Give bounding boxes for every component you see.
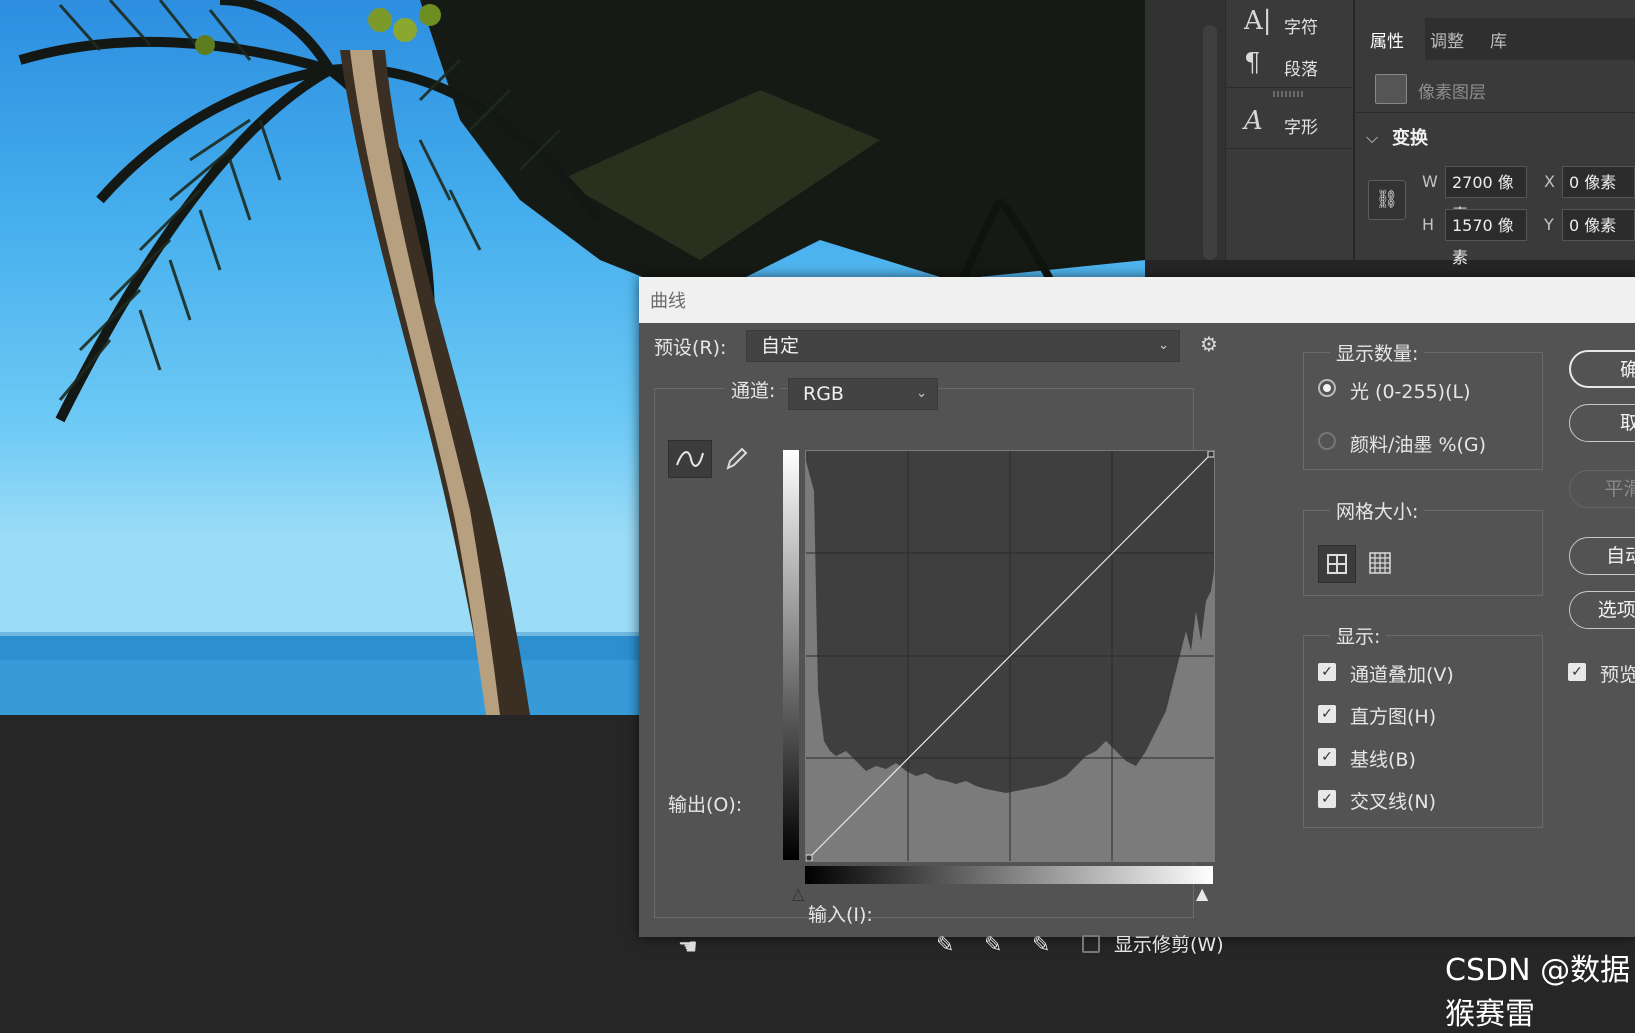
width-label: W (1422, 172, 1438, 191)
curve-point-white (1207, 450, 1215, 458)
vertical-scrollbar[interactable] (1203, 25, 1217, 260)
transform-section-title[interactable]: 变换 (1392, 124, 1428, 150)
chevron-down-icon: ⌄ (1158, 338, 1169, 353)
panel-paragraph-label: 段落 (1284, 60, 1318, 80)
panel-divider (1225, 148, 1352, 149)
collapsed-panel-stack: A| 字符 ¶ 段落 A 字形 (1225, 0, 1353, 260)
y-label: Y (1544, 215, 1554, 234)
simple-grid-icon (1327, 554, 1347, 574)
preview-label[interactable]: 预览(P) (1600, 660, 1635, 687)
channel-overlays-label[interactable]: 通道叠加(V) (1350, 660, 1454, 687)
simple-grid-button[interactable] (1318, 545, 1356, 583)
preset-label: 预设(R): (654, 337, 727, 359)
output-label: 输出(O): (668, 794, 743, 816)
panel-paragraph[interactable]: ¶ 段落 (1226, 46, 1353, 86)
histogram-checkbox[interactable]: ✓ (1318, 705, 1336, 723)
preset-select[interactable]: 自定 ⌄ (746, 330, 1180, 362)
height-label: H (1422, 215, 1435, 234)
display-title: 显示: (1330, 622, 1387, 649)
curve-graph[interactable] (805, 450, 1215, 862)
smooth-button[interactable]: 平滑(M) (1569, 470, 1635, 508)
pigment-option-label[interactable]: 颜料/油墨 %(G) (1350, 430, 1486, 457)
preview-checkbox[interactable]: ✓ (1568, 663, 1586, 681)
x-label: X (1544, 172, 1555, 191)
channel-label: 通道: (725, 376, 782, 403)
input-gradient-bar (805, 866, 1213, 884)
dialog-titlebar (639, 277, 1635, 323)
histogram-label[interactable]: 直方图(H) (1350, 702, 1436, 729)
light-radio[interactable] (1318, 379, 1336, 397)
curve-tool-icon (676, 451, 704, 467)
tab-libraries[interactable]: 库 (1490, 27, 1507, 52)
gear-icon[interactable]: ⚙ (1200, 332, 1218, 356)
white-point-slider[interactable]: ▲ (1196, 884, 1208, 903)
baseline-label[interactable]: 基线(B) (1350, 745, 1416, 772)
show-amount-title: 显示数量: (1330, 339, 1425, 366)
output-gradient-bar (783, 450, 799, 860)
panel-glyphs-label: 字形 (1284, 118, 1318, 138)
panel-glyphs[interactable]: A 字形 (1226, 104, 1353, 144)
character-icon: A| (1244, 6, 1272, 36)
show-clipping-checkbox[interactable] (1082, 935, 1100, 953)
height-field[interactable]: 1570 像素 (1445, 209, 1527, 267)
width-field[interactable]: 2700 像素 (1445, 166, 1527, 224)
input-label: 输入(I): (808, 904, 873, 926)
chevron-down-icon[interactable]: ⌵ (1366, 128, 1378, 148)
curve-graph-svg (805, 450, 1215, 862)
detailed-grid-button[interactable] (1362, 545, 1398, 581)
pigment-radio[interactable] (1318, 432, 1336, 450)
layer-type-label: 像素图层 (1418, 83, 1486, 103)
hand-target-icon[interactable]: ☚ (678, 935, 698, 960)
pixel-layer-icon (1375, 74, 1407, 104)
channel-overlays-checkbox[interactable]: ✓ (1318, 663, 1336, 681)
curve-point-tool[interactable] (668, 440, 712, 478)
detailed-grid-icon (1369, 552, 1391, 574)
curve-point-black (805, 854, 813, 862)
panel-character[interactable]: A| 字符 (1226, 4, 1353, 44)
panel-character-label: 字符 (1284, 18, 1318, 38)
channel-value: RGB (803, 383, 844, 405)
panel-divider (1355, 112, 1635, 113)
cancel-button[interactable]: 取消 (1569, 404, 1635, 442)
baseline-checkbox[interactable]: ✓ (1318, 748, 1336, 766)
glyphs-icon: A (1244, 106, 1263, 136)
watermark: CSDN @数据猴赛雷 (1445, 953, 1631, 1032)
panel-drag-grip[interactable] (1273, 91, 1303, 97)
chevron-down-icon: ⌄ (916, 386, 927, 401)
panel-divider (1225, 87, 1352, 88)
black-point-slider[interactable]: △ (792, 884, 804, 903)
link-dimensions-icon[interactable]: ⛓ (1368, 180, 1406, 220)
intersection-line-label[interactable]: 交叉线(N) (1350, 787, 1436, 814)
ok-button[interactable]: 确定 (1569, 350, 1635, 388)
show-clipping-label[interactable]: 显示修剪(W) (1114, 930, 1224, 957)
dialog-title: 曲线 (650, 291, 686, 312)
channel-select[interactable]: RGB ⌄ (788, 378, 938, 410)
auto-button[interactable]: 自动(A) (1569, 537, 1635, 575)
paragraph-icon: ¶ (1244, 48, 1261, 78)
x-field[interactable]: 0 像素 (1562, 166, 1635, 198)
intersection-line-checkbox[interactable]: ✓ (1318, 790, 1336, 808)
tab-properties[interactable]: 属性 (1370, 27, 1404, 52)
tab-adjustments[interactable]: 调整 (1430, 27, 1464, 52)
grid-size-title: 网格大小: (1330, 497, 1425, 524)
pencil-icon[interactable] (720, 442, 750, 474)
options-button[interactable]: 选项(T)... (1569, 591, 1635, 629)
light-option-label[interactable]: 光 (0-255)(L) (1350, 377, 1471, 404)
preset-value: 自定 (761, 335, 800, 357)
y-field[interactable]: 0 像素 (1562, 209, 1635, 241)
